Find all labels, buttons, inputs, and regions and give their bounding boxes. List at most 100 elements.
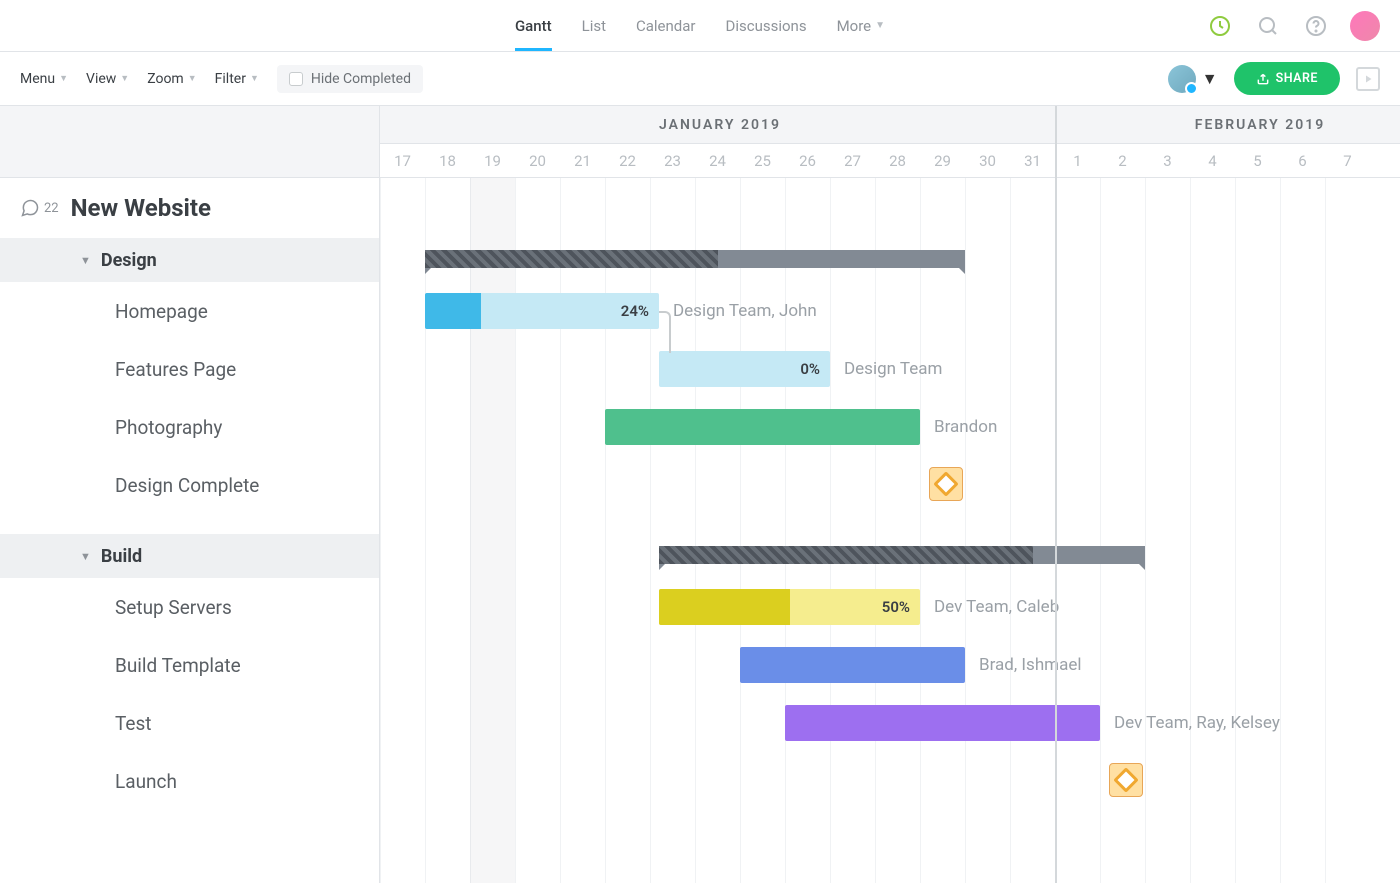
tab-calendar[interactable]: Calendar (636, 0, 696, 51)
chevron-down-icon: ▼ (1202, 69, 1218, 89)
gantt-timeline[interactable]: JANUARY 2019 FEBRUARY 2019 1718192021222… (380, 106, 1400, 883)
gantt-row (380, 752, 1400, 810)
gantt-row: 0% Design Team (380, 340, 1400, 398)
day-header-cell: 2 (1100, 144, 1145, 177)
day-header-cell: 25 (740, 144, 785, 177)
presentation-button[interactable] (1356, 67, 1380, 91)
project-header-row[interactable]: 22 New Website (0, 178, 379, 238)
task-row[interactable]: Design Complete (0, 456, 379, 514)
tab-more[interactable]: More▼ (837, 0, 885, 51)
gantt-row (380, 456, 1400, 514)
day-header-cell: 30 (965, 144, 1010, 177)
task-sidebar: 22 New Website ▼ Design HomepageFeatures P… (0, 106, 380, 883)
clock-icon[interactable] (1206, 12, 1234, 40)
month-header: JANUARY 2019 FEBRUARY 2019 (380, 106, 1400, 144)
day-header-cell: 1 (1055, 144, 1100, 177)
day-header-cell: 17 (380, 144, 425, 177)
task-assignees: Brad, Ishmael (979, 647, 1081, 683)
toolbar-view[interactable]: View ▼ (86, 71, 129, 87)
month-divider (1055, 106, 1057, 883)
group-name: Build (101, 546, 142, 567)
day-header-cell: 5 (1235, 144, 1280, 177)
chevron-down-icon: ▼ (188, 73, 197, 84)
month-label: FEBRUARY 2019 (1060, 106, 1400, 144)
day-header-cell: 7 (1325, 144, 1370, 177)
task-assignees: Dev Team, Ray, Kelsey (1114, 705, 1280, 741)
tab-discussions[interactable]: Discussions (726, 0, 807, 51)
hide-completed-toggle[interactable]: Hide Completed (277, 65, 423, 93)
day-header-cell: 19 (470, 144, 515, 177)
day-header-cell: 6 (1280, 144, 1325, 177)
day-header-cell: 28 (875, 144, 920, 177)
progress-label: 24% (621, 302, 649, 320)
milestone-marker[interactable] (1109, 763, 1143, 797)
gantt-row: 24% Design Team, John (380, 282, 1400, 340)
day-header-cell: 21 (560, 144, 605, 177)
month-label: JANUARY 2019 (380, 106, 1060, 144)
day-header-cell: 24 (695, 144, 740, 177)
share-button[interactable]: SHARE (1234, 62, 1340, 95)
task-assignees: Design Team (844, 351, 942, 387)
help-icon[interactable] (1302, 12, 1330, 40)
comments-button[interactable]: 22 (20, 198, 59, 218)
task-row[interactable]: Features Page (0, 340, 379, 398)
task-assignees: Design Team, John (673, 293, 817, 329)
share-button-label: SHARE (1276, 71, 1318, 86)
task-row[interactable]: Setup Servers (0, 578, 379, 636)
summary-bar[interactable] (425, 250, 965, 268)
milestone-marker[interactable] (929, 467, 963, 501)
diamond-icon (933, 471, 958, 496)
search-icon[interactable] (1254, 12, 1282, 40)
gantt-row: 50% Dev Team, Caleb (380, 578, 1400, 636)
day-header-cell: 23 (650, 144, 695, 177)
task-bar[interactable] (785, 705, 1100, 741)
summary-bar[interactable] (659, 546, 1145, 564)
task-bar[interactable]: 50% (659, 589, 920, 625)
chevron-down-icon: ▼ (250, 73, 259, 84)
group-row[interactable]: ▼ Design (0, 238, 379, 282)
task-assignees: Dev Team, Caleb (934, 589, 1059, 625)
assignee-avatar-icon (1168, 65, 1196, 93)
gantt-row: Brandon (380, 398, 1400, 456)
group-row[interactable]: ▼ Build (0, 534, 379, 578)
gantt-row: Brad, Ishmael (380, 636, 1400, 694)
chevron-down-icon: ▼ (80, 254, 91, 267)
day-header-cell: 27 (830, 144, 875, 177)
diamond-icon (1113, 767, 1138, 792)
day-header-cell: 3 (1145, 144, 1190, 177)
toolbar-zoom[interactable]: Zoom ▼ (147, 71, 196, 87)
day-header-cell: 4 (1190, 144, 1235, 177)
assignee-filter[interactable]: ▼ (1168, 65, 1218, 93)
day-header-cell: 29 (920, 144, 965, 177)
task-bar[interactable] (740, 647, 965, 683)
project-title: New Website (71, 194, 211, 222)
group-name: Design (101, 250, 157, 271)
day-header-cell: 26 (785, 144, 830, 177)
day-header: 1718192021222324252627282930311234567 (380, 144, 1400, 178)
toolbar-filter[interactable]: Filter ▼ (215, 71, 259, 87)
chevron-down-icon: ▼ (120, 73, 129, 84)
user-avatar[interactable] (1350, 11, 1380, 41)
day-header-cell: 31 (1010, 144, 1055, 177)
chevron-down-icon: ▼ (875, 20, 885, 31)
toolbar: Menu ▼ View ▼ Zoom ▼ Filter ▼ Hide Complete… (0, 52, 1400, 106)
task-row[interactable]: Homepage (0, 282, 379, 340)
task-bar[interactable]: 24% (425, 293, 659, 329)
chevron-down-icon: ▼ (59, 73, 68, 84)
task-row[interactable]: Photography (0, 398, 379, 456)
tab-gantt[interactable]: Gantt (515, 0, 552, 51)
checkbox-icon[interactable] (289, 72, 303, 86)
task-row[interactable]: Test (0, 694, 379, 752)
comment-count: 22 (44, 201, 59, 216)
task-row[interactable]: Build Template (0, 636, 379, 694)
toolbar-menu[interactable]: Menu ▼ (20, 71, 68, 87)
task-row[interactable]: Launch (0, 752, 379, 810)
day-header-cell: 22 (605, 144, 650, 177)
day-header-cell: 20 (515, 144, 560, 177)
chevron-down-icon: ▼ (80, 550, 91, 563)
task-bar[interactable]: 0% (659, 351, 830, 387)
tab-list[interactable]: List (582, 0, 606, 51)
task-bar[interactable] (605, 409, 920, 445)
dependency-line (659, 311, 671, 353)
progress-label: 0% (800, 360, 820, 378)
